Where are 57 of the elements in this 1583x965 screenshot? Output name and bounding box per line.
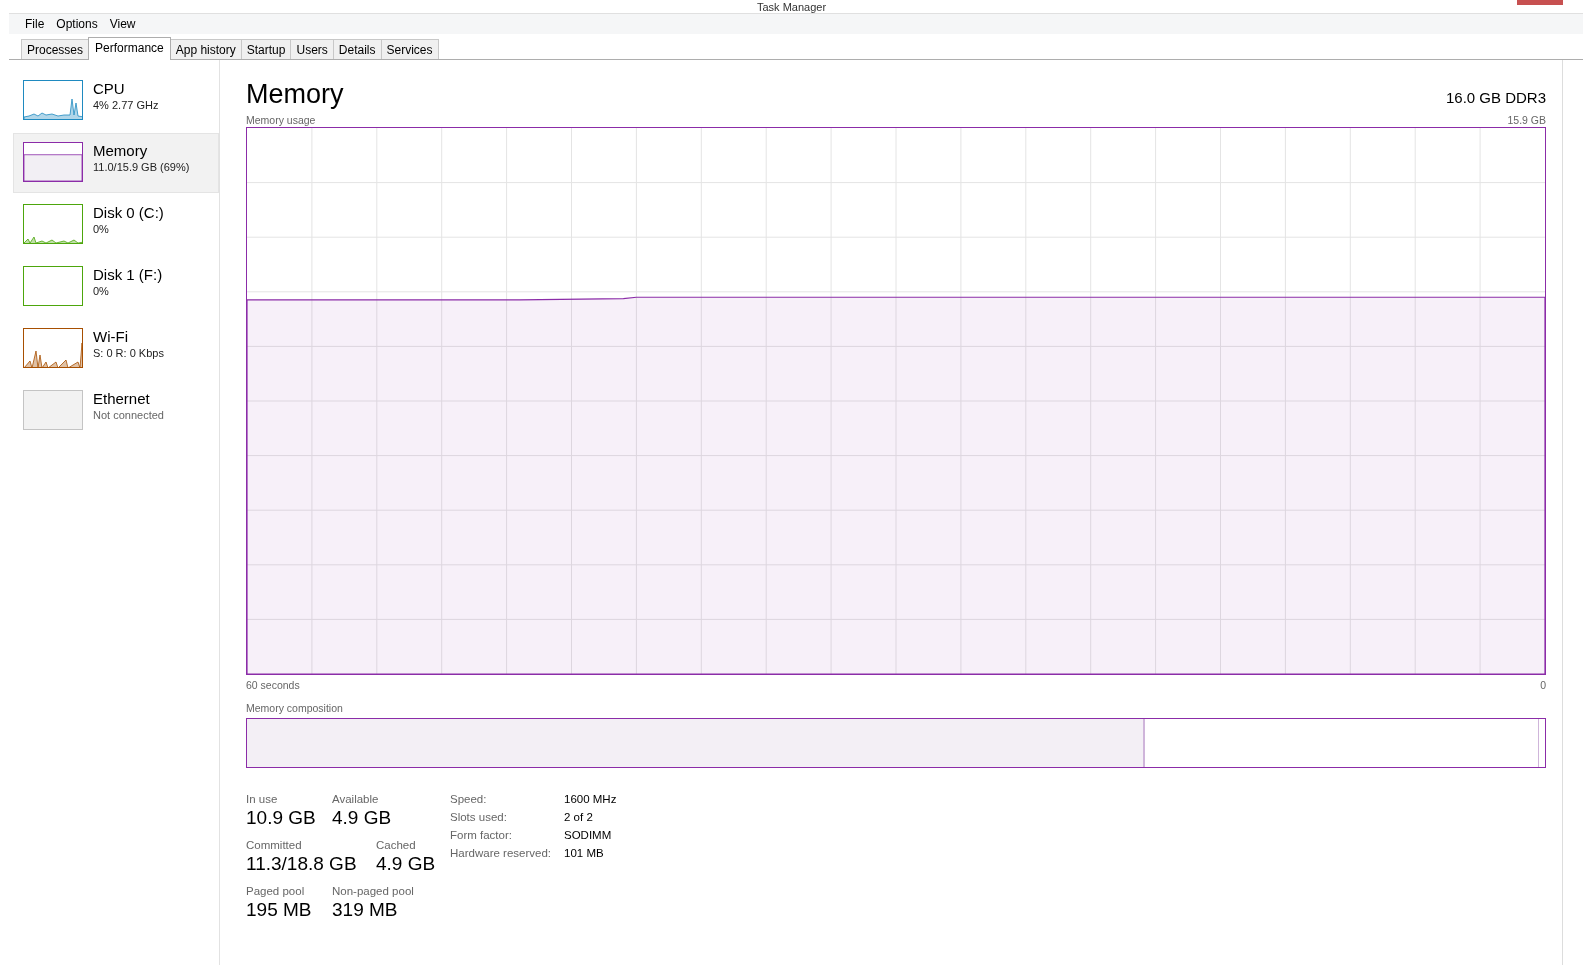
menu-item[interactable]: File bbox=[21, 16, 49, 32]
sidebar-item[interactable]: Disk 0 (C:) 0% bbox=[13, 195, 219, 255]
axis-end-label: 0 bbox=[1540, 678, 1546, 692]
detail-value: 101 MB bbox=[564, 846, 605, 861]
tab[interactable]: Startup bbox=[240, 39, 292, 59]
stat-value: 319 MB bbox=[332, 898, 398, 922]
tab[interactable]: Services bbox=[380, 39, 439, 59]
detail-label: Form factor: bbox=[450, 828, 513, 843]
page-title: Memory bbox=[246, 78, 344, 110]
stat-label: Committed bbox=[246, 838, 302, 852]
item-subtitle: Not connected bbox=[93, 408, 164, 422]
sidebar-item[interactable]: CPU 4% 2.77 GHz bbox=[13, 71, 219, 131]
window-title: Task Manager bbox=[756, 1, 827, 13]
menu-item[interactable]: View bbox=[105, 16, 140, 32]
tab[interactable]: Users bbox=[290, 39, 334, 59]
stat-label: Paged pool bbox=[246, 884, 305, 898]
detail-label: Speed: bbox=[450, 792, 488, 807]
item-subtitle: 0% bbox=[93, 284, 110, 298]
close-button[interactable] bbox=[1517, 0, 1563, 5]
tab[interactable]: Performance bbox=[88, 37, 171, 60]
item-subtitle: 0% bbox=[93, 222, 110, 236]
item-title: Memory bbox=[93, 142, 149, 160]
menu-item[interactable]: Options bbox=[52, 16, 102, 32]
sidebar-item[interactable]: Memory 11.0/15.9 GB (69%) bbox=[13, 133, 219, 193]
hardware-label: 16.0 GB DDR3 bbox=[1445, 88, 1546, 108]
stat-value: 10.9 GB bbox=[246, 806, 316, 830]
sidebar-item[interactable]: Wi-Fi S: 0 R: 0 Kbps bbox=[13, 319, 219, 379]
axis-max-label: 15.9 GB bbox=[1507, 113, 1546, 127]
detail-label: Hardware reserved: bbox=[450, 846, 552, 861]
detail-value: 1600 MHz bbox=[564, 792, 617, 807]
item-title: Disk 0 (C:) bbox=[93, 204, 164, 222]
item-title: Ethernet bbox=[93, 390, 151, 408]
item-subtitle: S: 0 R: 0 Kbps bbox=[93, 346, 164, 360]
item-title: Disk 1 (F:) bbox=[93, 266, 163, 284]
composition-label: Memory composition bbox=[246, 702, 343, 714]
stat-label: Available bbox=[332, 792, 379, 806]
item-title: Wi-Fi bbox=[93, 328, 129, 346]
axis-start-label: 60 seconds bbox=[246, 678, 300, 692]
tab[interactable]: App history bbox=[169, 39, 242, 59]
stat-label: Cached bbox=[376, 838, 416, 852]
stat-value: 11.3/18.8 GB bbox=[246, 852, 357, 876]
tab[interactable]: Processes bbox=[21, 39, 90, 59]
detail-label: Slots used: bbox=[450, 810, 508, 825]
stat-value: 195 MB bbox=[246, 898, 312, 922]
graph-label: Memory usage bbox=[246, 113, 316, 127]
item-subtitle: 11.0/15.9 GB (69%) bbox=[93, 160, 190, 174]
detail-value: SODIMM bbox=[564, 828, 613, 843]
stat-label: In use bbox=[246, 792, 278, 806]
item-subtitle: 4% 2.77 GHz bbox=[93, 98, 159, 112]
tab[interactable]: Details bbox=[332, 39, 382, 59]
stat-label: Non-paged pool bbox=[332, 884, 414, 898]
stat-value: 4.9 GB bbox=[376, 852, 436, 876]
stat-value: 4.9 GB bbox=[332, 806, 392, 830]
item-title: CPU bbox=[93, 80, 126, 98]
detail-value: 2 of 2 bbox=[564, 810, 594, 825]
sidebar-item[interactable]: Ethernet Not connected bbox=[13, 381, 219, 441]
sidebar-item[interactable]: Disk 1 (F:) 0% bbox=[13, 257, 219, 317]
